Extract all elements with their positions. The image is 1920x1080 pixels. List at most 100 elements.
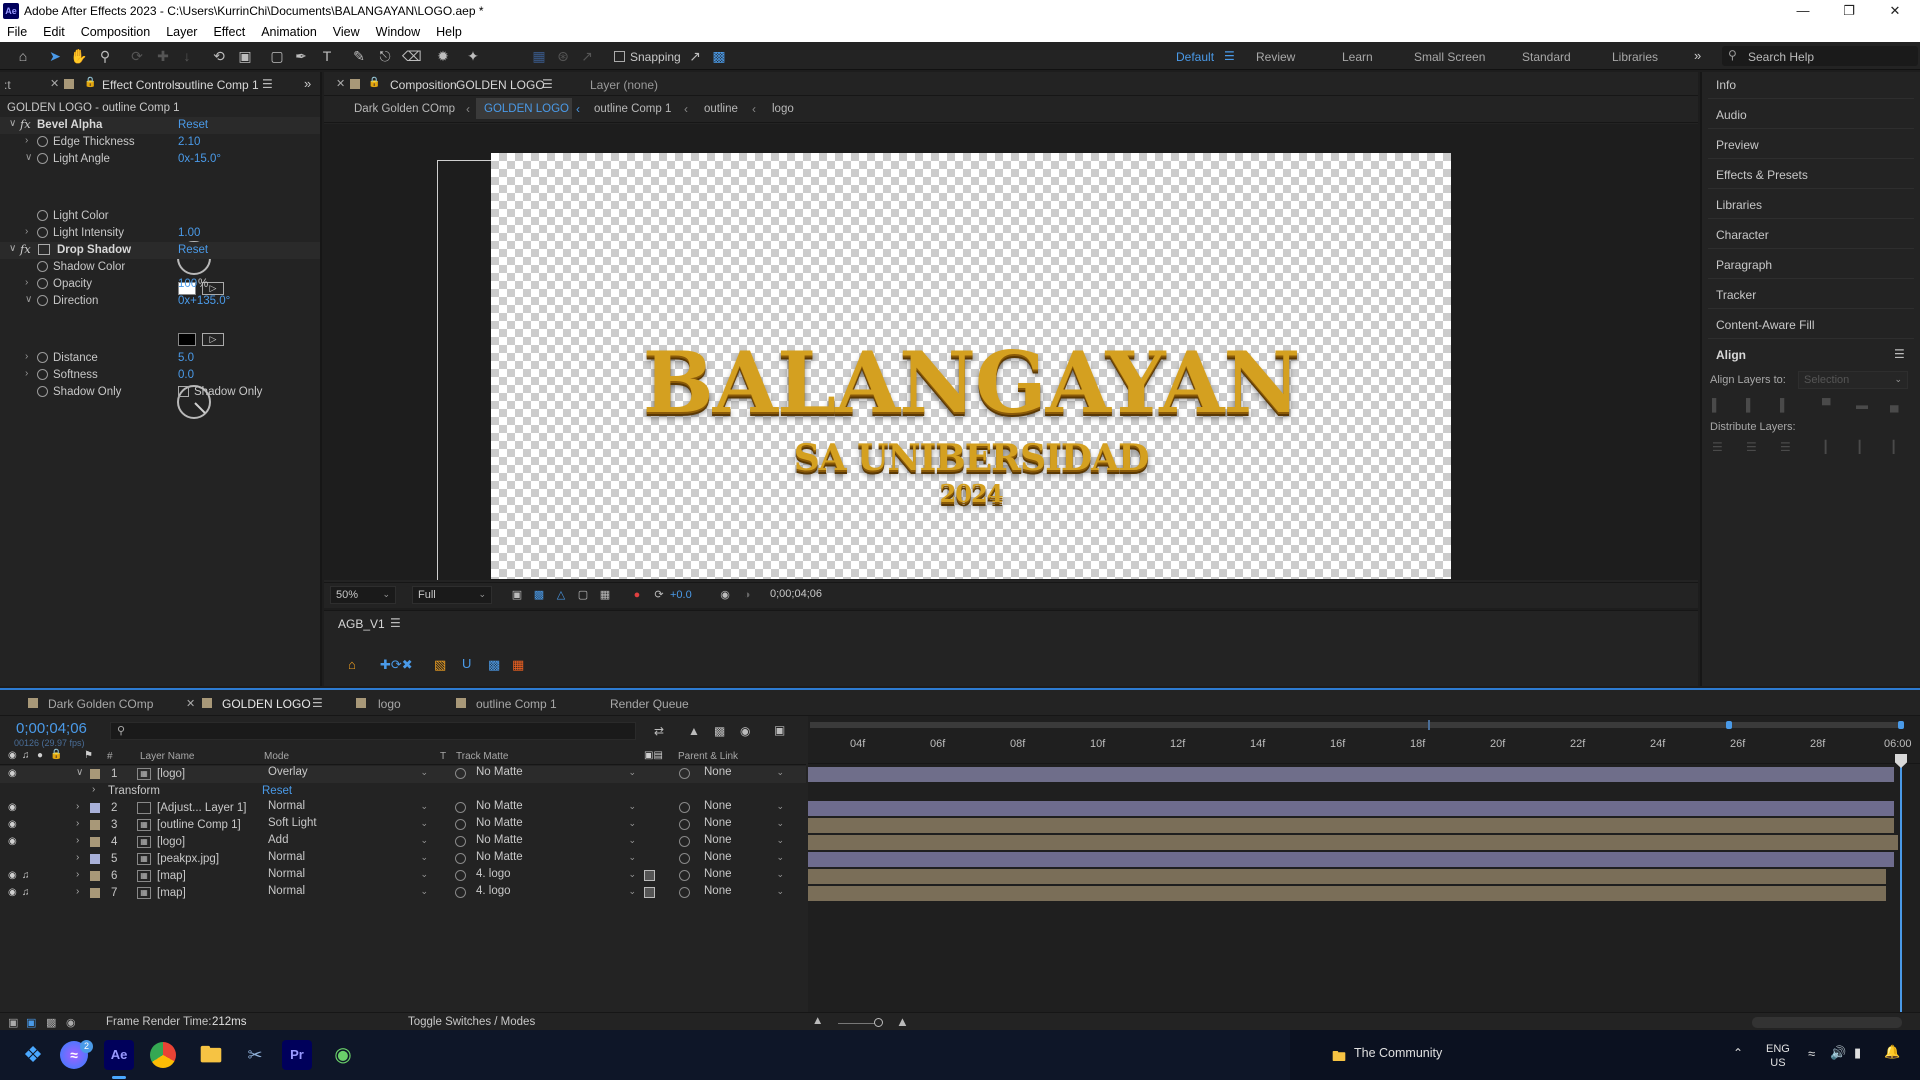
workspace-default[interactable]: Default [1176,50,1214,64]
lock-icon[interactable]: 🔒 [84,77,96,88]
work-area-end-handle[interactable] [1898,721,1904,729]
shadow-only-checkbox[interactable] [178,386,189,397]
close-panel-icon[interactable]: ✕ [336,77,345,90]
expand-twirl-icon[interactable]: › [76,801,79,812]
parent-dropdown[interactable]: None ⌄ [704,851,784,866]
eye-icon[interactable]: ◉ [8,802,17,813]
region-of-interest-icon[interactable]: ▢ [576,588,590,602]
layer-name[interactable]: [map] [157,887,186,899]
work-area-start-handle[interactable] [1726,721,1732,729]
workspace-libraries[interactable]: Libraries [1612,50,1658,64]
label-color-swatch[interactable] [90,837,100,847]
show-snapshot-icon[interactable]: ◑ [740,588,754,602]
expand-twirl-icon[interactable]: › [76,869,79,880]
parent-dropdown[interactable]: None ⌄ [704,885,784,900]
collapse-twirl-icon[interactable]: ∨ [9,243,16,254]
eraser-tool-icon[interactable]: ⌫ [402,47,422,65]
playhead-line[interactable] [1900,766,1902,1018]
composition-mini-flowchart-icon[interactable]: ⇄ [654,724,664,738]
speaker-icon[interactable]: ♫ [22,870,30,881]
distribute-vcenter-icon[interactable]: ☰ [1746,440,1760,454]
menu-edit[interactable]: Edit [35,22,73,39]
layer-name[interactable]: [outline Comp 1] [157,819,241,831]
panel-effects-presets[interactable]: Effects & Presets [1716,168,1808,182]
expand-twirl-icon[interactable]: › [25,351,28,362]
align-right-icon[interactable]: ▌ [1780,398,1794,412]
breadcrumb-outline-comp[interactable]: outline Comp 1 [594,103,671,115]
track-matte-dropdown[interactable]: No Matte ⌄ [476,834,636,849]
align-bottom-icon[interactable]: ▄ [1890,398,1904,412]
expand-twirl-icon[interactable]: › [25,277,28,288]
layer-name[interactable]: [peakpx.jpg] [157,853,219,865]
collapse-twirl-icon[interactable]: ∨ [76,767,83,778]
windows-start-icon[interactable]: ❖ [16,1038,50,1072]
brush-tool-icon[interactable]: ✎ [350,47,368,65]
label-color-swatch[interactable] [90,871,100,881]
eye-icon[interactable]: ◉ [8,836,17,847]
magnification-dropdown[interactable]: 50% ⌄ [330,586,396,604]
dolly-camera-icon[interactable]: ↓ [178,47,196,65]
close-tab-icon[interactable]: ✕ [186,697,195,710]
align-vcenter-icon[interactable]: ▬ [1856,398,1870,412]
agb-magnet-icon[interactable]: U [462,656,471,671]
playhead-marker-icon[interactable] [1895,754,1907,768]
layer-duration-bar[interactable] [808,818,1894,833]
pan-behind-tool-icon[interactable]: ▣ [236,47,254,65]
matte-pickwhip-icon[interactable] [455,887,466,898]
panel-menu-icon[interactable]: ☰ [542,77,553,91]
eye-icon[interactable]: ◉ [8,870,17,881]
work-area-bar[interactable] [808,720,1908,730]
layer-row[interactable]: ◉ › 3 ▦ [outline Comp 1] Soft Light ⌄ No … [0,817,806,834]
draft-3d-icon[interactable]: ▲ [688,724,700,738]
blend-mode-dropdown[interactable]: Normal ⌄ [268,851,428,866]
toggle-switches-modes[interactable]: Toggle Switches / Modes [408,1016,535,1028]
expand-twirl-icon[interactable]: › [25,368,28,379]
layer-duration-bar[interactable] [808,835,1898,850]
parent-dropdown[interactable]: None ⌄ [704,800,784,815]
after-effects-taskbar-icon[interactable]: Ae [104,1040,134,1070]
agb-frame-icon[interactable]: ▩ [488,657,500,673]
composition-tab-name[interactable]: GOLDEN LOGO [456,78,545,92]
label-color-swatch[interactable] [90,803,100,813]
track-matte-dropdown[interactable]: No Matte ⌄ [476,800,636,815]
panel-tracker[interactable]: Tracker [1716,288,1756,302]
breadcrumb-dark-golden-comp[interactable]: Dark Golden COmp [354,103,455,115]
eye-icon[interactable]: ◉ [8,887,17,898]
light-angle-value[interactable]: 0x-15.0° [178,153,221,165]
mask-path-icon[interactable]: △ [554,588,568,602]
matte-pickwhip-icon[interactable] [455,802,466,813]
layer-row[interactable]: › 5 ▦ [peakpx.jpg] Normal ⌄ No Matte ⌄ Non… [0,851,806,868]
layer-row[interactable]: ◉ ♫ › 7 ▦ [map] Normal ⌄ 4. logo ⌄ None ⌄ [0,885,806,902]
timeline-tab-dark-golden-comp[interactable]: Dark Golden COmp [48,697,153,711]
matte-invert-icon[interactable] [644,887,655,898]
stopwatch-icon[interactable] [37,352,48,363]
layer-name-column-header[interactable]: Layer Name [140,751,194,762]
panel-preview[interactable]: Preview [1716,138,1759,152]
drop-shadow-effect[interactable]: ∨ fx Drop Shadow Reset [0,242,320,259]
collapse-twirl-icon[interactable]: ∨ [9,118,16,129]
layer-duration-bar[interactable] [808,869,1886,884]
effect-controls-tab[interactable]: Effect Controls [102,78,180,92]
stopwatch-icon[interactable] [37,278,48,289]
expand-twirl-icon[interactable]: › [25,226,28,237]
speaker-icon[interactable]: ♫ [22,887,30,898]
restore-icon[interactable]: ❐ [1826,0,1872,22]
blend-mode-dropdown[interactable]: Overlay ⌄ [268,766,428,781]
timeline-tab-outline-comp[interactable]: outline Comp 1 [476,697,557,711]
rotation-tool-icon[interactable]: ⟲ [210,47,228,65]
shadow-color-swatch[interactable] [178,333,196,346]
panel-libraries[interactable]: Libraries [1716,198,1762,212]
zoom-slider-handle[interactable] [874,1018,883,1027]
agb-tools-icon[interactable]: ✚⟳✖ [380,657,413,673]
stopwatch-icon[interactable] [37,136,48,147]
wifi-icon[interactable]: ≈ [1808,1046,1815,1061]
distribute-right-icon[interactable]: ┃ [1890,440,1904,454]
distribute-top-icon[interactable]: ☰ [1712,440,1726,454]
workspace-menu-icon[interactable]: ☰ [1224,49,1235,63]
layer-name[interactable]: [logo] [157,768,185,780]
align-top-icon[interactable]: ▀ [1822,398,1836,412]
type-tool-icon[interactable]: T [318,47,336,65]
breadcrumb-outline[interactable]: outline [704,103,738,115]
panel-menu-icon[interactable]: ☰ [390,616,401,630]
fx-icon[interactable]: fx [20,117,31,131]
